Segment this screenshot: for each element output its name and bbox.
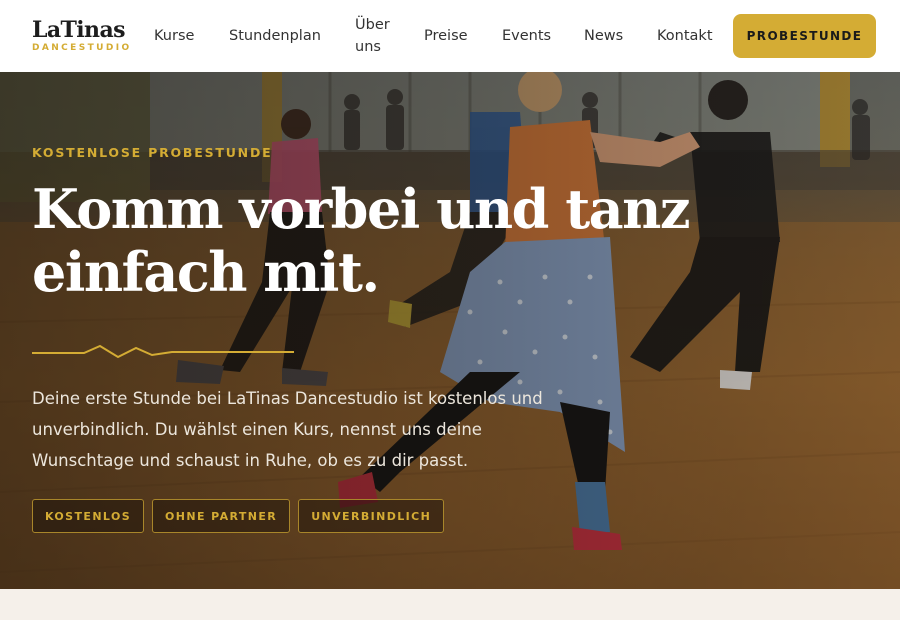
- hero-lead-line3: Wunschtage und schaust in Ruhe, ob es zu…: [32, 451, 469, 470]
- nav-item-preise[interactable]: Preise: [424, 25, 468, 47]
- hero-lead-line2: unverbindlich. Du wählst einen Kurs, nen…: [32, 420, 482, 439]
- logo-tagline: DANCESTUDIO: [32, 43, 132, 53]
- badge-unverbindlich: UNVERBINDLICH: [298, 499, 445, 533]
- nav-item-kurse[interactable]: Kurse: [154, 25, 194, 47]
- probestunde-button[interactable]: PROBESTUNDE: [733, 14, 876, 58]
- zigzag-divider-icon: [32, 344, 294, 359]
- logo-name: LaTinas: [32, 17, 125, 43]
- hero-headline-line1: Komm vorbei und tanz: [32, 177, 691, 241]
- hero-section: KOSTENLOSE PROBESTUNDE Komm vorbei und t…: [0, 72, 900, 589]
- nav-item-news[interactable]: News: [584, 25, 623, 47]
- hero-headline: Komm vorbei und tanz einfach mit.: [32, 178, 732, 304]
- hero-lead: Deine erste Stunde bei LaTinas Dancestud…: [32, 383, 612, 476]
- hero-badges: KOSTENLOS OHNE PARTNER UNVERBINDLICH: [32, 499, 445, 533]
- nav-item-ueber-uns[interactable]: Über: [355, 14, 390, 36]
- next-section: [0, 589, 900, 620]
- nav-item-stundenplan[interactable]: Stundenplan: [229, 25, 321, 47]
- nav-item-events[interactable]: Events: [502, 25, 551, 47]
- badge-ohne-partner: OHNE PARTNER: [152, 499, 291, 533]
- nav-item-kontakt[interactable]: Kontakt: [657, 25, 713, 47]
- hero-lead-line1: Deine erste Stunde bei LaTinas Dancestud…: [32, 389, 543, 408]
- logo[interactable]: LaTinas DANCESTUDIO: [32, 18, 154, 54]
- nav-item-ueber-uns-line2[interactable]: uns: [355, 36, 381, 58]
- hero-headline-line2: einfach mit.: [32, 240, 380, 304]
- hero-eyebrow: KOSTENLOSE PROBESTUNDE: [32, 145, 273, 160]
- site-header: LaTinas DANCESTUDIO Kurse Stundenplan Üb…: [0, 0, 900, 72]
- badge-kostenlos: KOSTENLOS: [32, 499, 145, 533]
